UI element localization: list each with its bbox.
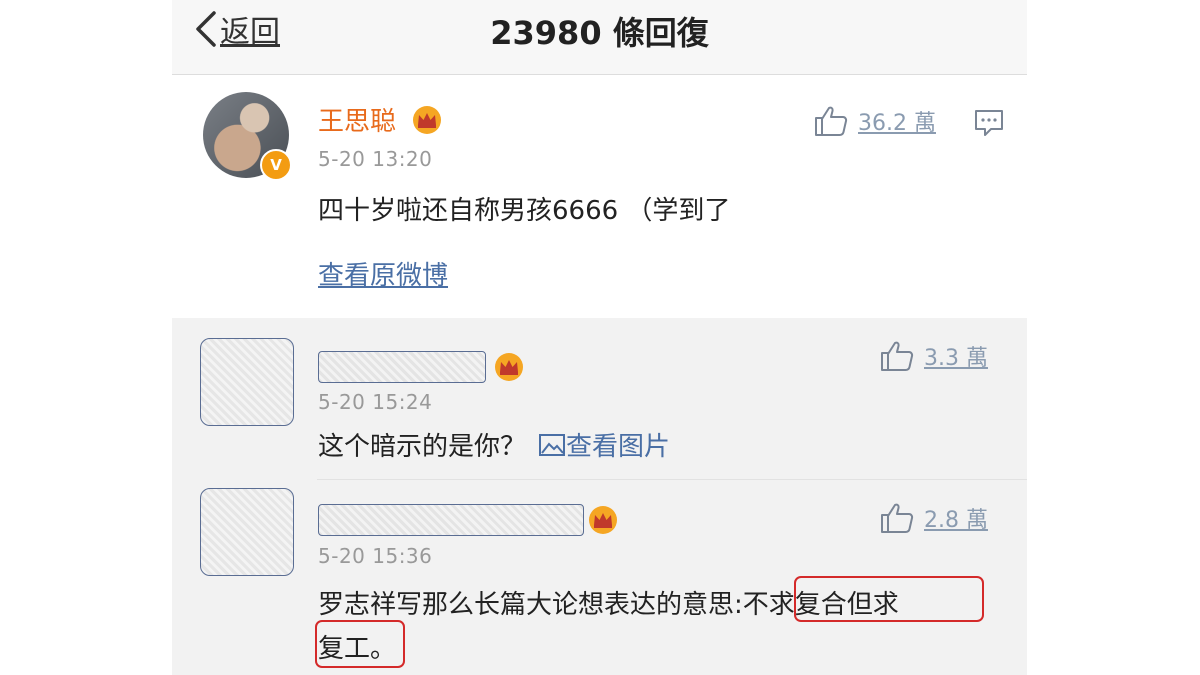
avatar[interactable] — [200, 488, 294, 576]
comment-icon[interactable] — [974, 109, 1004, 137]
page-title: 23980 條回復 — [490, 14, 709, 52]
main-comment: V 王思聪 5-20 13:20 四十岁啦还自称男孩6666 （学到了 查看原微… — [172, 75, 1027, 318]
like-button[interactable]: 36.2 萬 — [814, 105, 936, 137]
like-button[interactable]: 3.3 萬 — [880, 340, 988, 372]
highlight-box — [794, 576, 984, 622]
crown-icon — [413, 106, 441, 134]
thumbs-up-icon — [815, 106, 848, 136]
image-icon — [539, 433, 566, 456]
phone-screen: 返回 23980 條回復 V 王思聪 5-20 13:20 四十岁啦还自称男孩6… — [172, 0, 1027, 675]
comment-time: 5-20 13:20 — [318, 147, 433, 171]
username-redacted[interactable] — [318, 351, 486, 383]
thumbs-up-icon — [881, 503, 914, 533]
like-count: 36.2 萬 — [858, 111, 936, 136]
username-redacted[interactable] — [318, 504, 584, 536]
reply-text: 这个暗示的是你？ — [318, 432, 527, 462]
top-bar: 返回 23980 條回復 — [172, 0, 1027, 75]
reply-text-row: 这个暗示的是你？ 查看图片 — [318, 426, 670, 463]
like-count: 2.8 萬 — [924, 508, 988, 533]
comment-text: 四十岁啦还自称男孩6666 （学到了 — [318, 196, 731, 226]
view-original-link[interactable]: 查看原微博 — [318, 255, 448, 292]
crown-icon — [495, 353, 523, 381]
divider — [317, 479, 1027, 480]
like-count: 3.3 萬 — [924, 346, 988, 371]
crown-icon — [589, 506, 617, 534]
thumbs-up-icon — [881, 341, 914, 371]
avatar[interactable] — [200, 338, 294, 426]
reply-time: 5-20 15:36 — [318, 544, 433, 568]
highlight-box — [315, 620, 405, 668]
view-image-link[interactable]: 查看图片 — [566, 426, 670, 463]
reply-time: 5-20 15:24 — [318, 390, 433, 414]
like-button[interactable]: 2.8 萬 — [880, 502, 988, 534]
verified-badge: V — [260, 149, 292, 181]
username[interactable]: 王思聪 — [318, 101, 396, 138]
replies-list: 5-20 15:24 这个暗示的是你？ 查看图片 3.3 萬 5-20 15:3… — [172, 318, 1027, 675]
